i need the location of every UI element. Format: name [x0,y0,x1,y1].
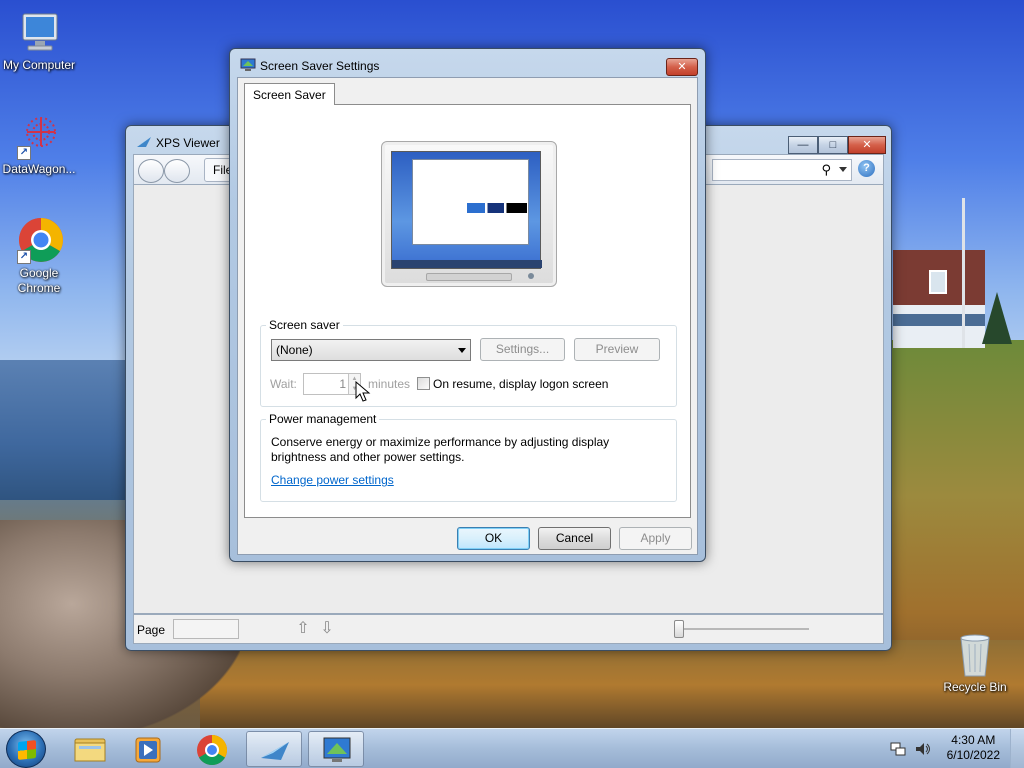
selected-screen-saver: (None) [276,343,313,357]
dialog-body: Screen Saver Screen saver (None) Setting… [237,77,698,555]
wallpaper-flagpole [962,198,965,348]
tab-panel: Screen saver (None) Settings... Preview … [244,104,691,518]
ok-button[interactable]: OK [457,527,530,550]
taskbar-xps-viewer[interactable] [246,731,302,767]
search-input[interactable]: ⚲ [712,159,852,181]
screen-saver-group: Screen saver (None) Settings... Preview … [260,318,677,407]
media-player-icon [135,737,161,763]
computer-icon [15,8,63,56]
desktop-icon-label: DataWagon... [2,162,76,176]
power-description-line-2: brightness and other power settings. [271,450,465,464]
zoom-slider-track[interactable] [679,628,809,630]
desktop-icon-recycle-bin[interactable]: Recycle Bin [933,632,1017,695]
wait-minutes-value: 1 [339,377,346,391]
xps-status-bar: Page ⇧ ⇩ [133,614,884,644]
screen-saver-dropdown[interactable]: (None) [271,339,471,361]
mouse-cursor-icon [355,381,371,402]
forward-button[interactable] [164,159,190,183]
preview-button[interactable]: Preview [574,338,660,361]
chrome-icon: ↗ [15,216,63,264]
search-icon[interactable]: ⚲ [821,162,831,178]
wallpaper-house [893,250,985,348]
change-power-settings-link[interactable]: Change power settings [271,473,394,487]
clock-date: 6/10/2022 [946,748,1000,762]
screen-saver-dialog: Screen Saver Settings ✕ Screen Saver Scr… [229,48,706,562]
xps-viewer-icon [261,742,289,760]
xps-viewer-title: XPS Viewer [156,136,220,150]
network-icon[interactable] [890,741,906,757]
taskbar-screen-saver-settings[interactable] [308,731,364,767]
taskbar: 4:30 AM 6/10/2022 [0,728,1024,768]
desktop-icon-my-computer[interactable]: My Computer [0,8,81,73]
wait-minutes-spinner[interactable]: 1 ▲ ▼ [303,373,361,395]
minutes-label: minutes [368,377,411,391]
datawagon-icon: ↗ [15,112,63,160]
help-icon[interactable]: ? [858,160,875,177]
minimize-button[interactable]: — [788,136,818,154]
volume-icon[interactable] [914,741,932,757]
desktop-icon-google-chrome[interactable]: ↗ Google Chrome [0,216,81,296]
taskbar-file-explorer[interactable] [62,731,118,767]
show-desktop-button[interactable] [1010,729,1024,768]
clock-time: 4:30 AM [951,733,996,747]
previous-page-icon[interactable]: ⇧ [294,619,312,639]
power-description-line-1: Conserve energy or maximize performance … [271,435,610,449]
close-button[interactable]: ✕ [848,136,886,154]
wait-label: Wait: [270,377,297,391]
wallpaper-tree [982,292,1012,344]
shortcut-arrow-icon: ↗ [17,146,31,160]
close-button[interactable]: ✕ [666,58,698,76]
screen-saver-preview-monitor [381,141,557,287]
chrome-icon [197,735,228,766]
tab-screen-saver[interactable]: Screen Saver [244,83,335,105]
next-page-icon[interactable]: ⇩ [318,619,336,639]
system-clock[interactable]: 4:30 AM 6/10/2022 [947,733,1000,763]
start-button[interactable] [6,730,46,768]
power-management-group-label: Power management [266,412,380,426]
maximize-button[interactable]: □ [818,136,848,154]
file-explorer-icon [74,738,106,762]
page-label: Page [137,623,166,637]
shortcut-arrow-icon: ↗ [17,250,31,264]
windows-logo-icon [18,740,36,760]
cancel-button[interactable]: Cancel [538,527,611,550]
dialog-title: Screen Saver Settings [260,59,380,73]
preview-screen [391,151,542,269]
desktop-icon-datawagon[interactable]: ↗ DataWagon... [0,112,81,177]
taskbar-chrome[interactable] [184,731,240,767]
logon-screen-label[interactable]: On resume, display logon screen [433,377,608,391]
chevron-down-icon[interactable] [839,167,847,172]
screen-saver-icon [323,737,351,762]
settings-button[interactable]: Settings... [480,338,565,361]
power-management-group: Power management Conserve energy or maxi… [260,412,677,502]
back-button[interactable] [138,159,164,183]
recycle-bin-icon [955,632,995,678]
wallpaper-field [200,640,1024,728]
taskbar-media-player[interactable] [120,731,176,767]
preview-dialog-thumbnail [412,159,529,245]
desktop-icon-label: My Computer [2,58,76,72]
logon-screen-checkbox[interactable] [417,377,430,390]
chevron-down-icon [458,348,466,353]
xps-viewer-app-icon [136,136,152,148]
screen-saver-group-label: Screen saver [266,318,343,332]
page-number-input[interactable] [173,619,239,639]
screen-saver-app-icon [240,58,256,72]
zoom-slider-thumb[interactable] [674,620,684,638]
desktop-icon-label: Recycle Bin [943,680,1007,694]
apply-button[interactable]: Apply [619,527,692,550]
desktop-icon-label: Google Chrome [17,266,61,295]
